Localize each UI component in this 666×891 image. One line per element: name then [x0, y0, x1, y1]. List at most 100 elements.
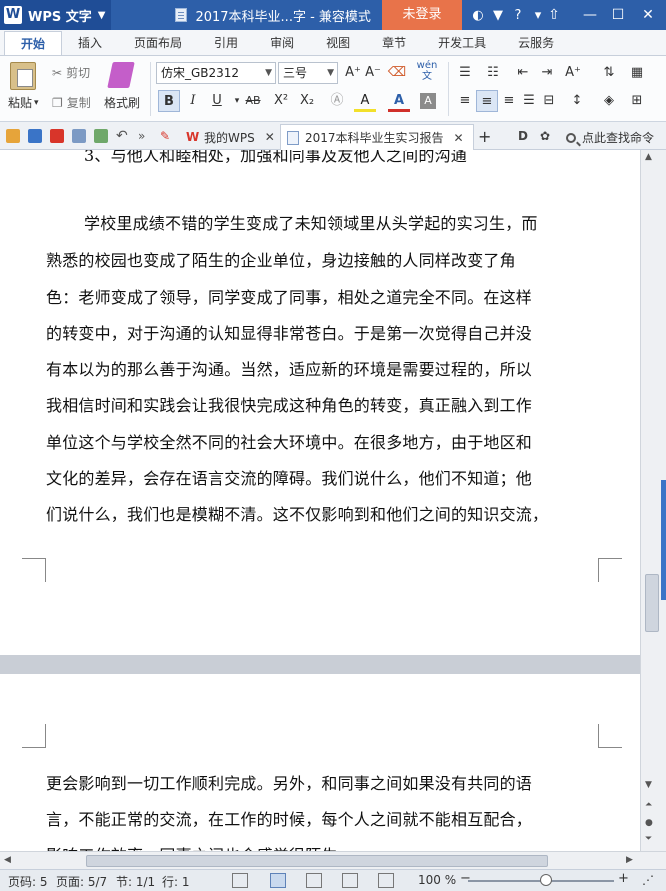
tab-insert[interactable]: 插入: [62, 31, 118, 55]
char-shading-icon[interactable]: A: [420, 93, 436, 109]
bullets-icon[interactable]: ☰: [454, 62, 476, 84]
format-painter-label: 格式刷: [104, 96, 141, 110]
horizontal-scroll-thumb[interactable]: [86, 855, 548, 867]
undo-icon[interactable]: ↶: [116, 129, 130, 143]
scroll-down-icon[interactable]: ▼: [645, 780, 652, 790]
search-command[interactable]: 点此查找命令: [566, 129, 654, 146]
paragraph-shading-icon[interactable]: ◈: [598, 90, 620, 112]
scroll-up-icon[interactable]: ▲: [645, 152, 652, 162]
app-menu-button[interactable]: W WPS 文字 ▼: [0, 0, 112, 30]
format-painter-button[interactable]: 格式刷: [104, 94, 140, 111]
web-view-icon[interactable]: [342, 873, 358, 888]
text-line: 有本以为的那么善于沟通。当然，适应新的环境是需要过程的，所以: [46, 360, 533, 379]
d-icon[interactable]: D: [518, 129, 532, 143]
new-tab-icon[interactable]: +: [478, 127, 491, 146]
close-button[interactable]: ✕: [634, 0, 662, 30]
tab-my-wps[interactable]: W 我的WPS ✕: [180, 124, 278, 150]
scissors-icon: ✂: [52, 65, 63, 80]
vertical-scrollbar[interactable]: ▲ ▼ ⏶ ● ⏷: [640, 150, 666, 851]
sort-icon[interactable]: ⇅: [598, 62, 620, 84]
paste-button[interactable]: 粘贴 ▾: [8, 94, 39, 111]
zoom-in-button[interactable]: +: [618, 871, 629, 886]
align-right-icon[interactable]: ≡: [498, 90, 520, 112]
select-browse-icon[interactable]: ●: [645, 818, 653, 828]
justify-icon[interactable]: ☰: [518, 90, 540, 112]
ribbon-divider: [448, 62, 449, 116]
open-folder-icon[interactable]: [6, 129, 20, 143]
page-view-icon[interactable]: [270, 873, 286, 888]
close-icon[interactable]: ✕: [265, 130, 275, 144]
skin-icon[interactable]: ◐: [468, 0, 488, 30]
settings-icon[interactable]: ✿: [540, 129, 554, 143]
zoom-out-button[interactable]: −: [460, 871, 471, 886]
print-preview-icon[interactable]: [94, 129, 108, 143]
superscript-button[interactable]: X²: [270, 90, 292, 112]
grow-font-button[interactable]: A⁺: [342, 62, 364, 84]
document-canvas[interactable]: 3、与他人和睦相处，加强和同事及友他人之间的沟通 学校里成绩不错的学生变成了未知…: [0, 150, 640, 851]
outline-view-icon[interactable]: [306, 873, 322, 888]
subscript-button[interactable]: X₂: [296, 90, 318, 112]
font-name-select[interactable]: 仿宋_GB2312 ▼: [156, 62, 276, 84]
tab-references[interactable]: 引用: [198, 31, 254, 55]
scroll-right-icon[interactable]: ▶: [626, 855, 633, 865]
tab-home[interactable]: 开始: [4, 31, 63, 55]
clear-format-icon[interactable]: ⌫: [386, 62, 408, 84]
more-icon[interactable]: »: [138, 129, 152, 143]
next-page-icon[interactable]: ⏷: [645, 834, 652, 844]
borders-icon[interactable]: ⊞: [626, 90, 648, 112]
paste-icon[interactable]: [10, 62, 36, 90]
italic-button[interactable]: I: [182, 90, 204, 112]
tab-page-layout[interactable]: 页面布局: [118, 31, 198, 55]
maximize-button[interactable]: ☐: [604, 0, 632, 30]
highlight-button[interactable]: A: [354, 90, 376, 112]
tab-developer[interactable]: 开发工具: [422, 31, 502, 55]
align-center-icon[interactable]: ≡: [476, 90, 498, 112]
scroll-left-icon[interactable]: ◀: [4, 855, 11, 865]
login-button[interactable]: 未登录: [382, 0, 462, 30]
distributed-icon[interactable]: ⊟: [538, 90, 560, 112]
tab-document[interactable]: 2017本科毕业生实习报告 ✕: [280, 124, 474, 150]
numbering-icon[interactable]: ☷: [482, 62, 504, 84]
tshirt-icon[interactable]: ▼: [488, 0, 508, 30]
decrease-indent-icon[interactable]: ⇤: [512, 62, 534, 84]
resize-grip-icon: ⋰: [642, 873, 654, 887]
export-pdf-icon[interactable]: [50, 129, 64, 143]
text-direction-icon[interactable]: A⁺: [562, 62, 584, 84]
table-icon[interactable]: ▦: [626, 62, 648, 84]
font-color-button[interactable]: A: [388, 90, 410, 112]
restore-ribbon-icon[interactable]: ⇧: [540, 0, 568, 30]
horizontal-scrollbar[interactable]: ◀ ▶: [0, 851, 666, 869]
shrink-font-button[interactable]: A⁻: [362, 62, 384, 84]
underline-button[interactable]: U: [206, 90, 228, 112]
vertical-scroll-thumb[interactable]: [645, 574, 659, 632]
align-left-icon[interactable]: ≡: [454, 90, 476, 112]
minimize-button[interactable]: —: [576, 0, 604, 30]
bold-button[interactable]: B: [158, 90, 180, 112]
zoom-level[interactable]: 100 %: [418, 873, 456, 887]
protect-view-icon[interactable]: [378, 873, 394, 888]
previous-page-icon[interactable]: ⏶: [645, 800, 652, 810]
font-size-select[interactable]: 三号 ▼: [278, 62, 338, 84]
close-icon[interactable]: ✕: [454, 131, 464, 145]
tab-my-wps-label: 我的WPS: [204, 130, 255, 145]
copy-button[interactable]: ❐ 复制: [52, 94, 91, 111]
tab-cloud[interactable]: 云服务: [502, 31, 570, 55]
tab-review[interactable]: 审阅: [254, 31, 310, 55]
strikethrough-button[interactable]: AB: [240, 90, 266, 112]
text-effect-icon[interactable]: Ⓐ: [326, 90, 348, 112]
margin-corner-mark: [22, 558, 46, 582]
zoom-slider-handle[interactable]: [540, 874, 552, 886]
titlebar-icons: ◐ ▼ ? ▾: [468, 0, 548, 30]
tab-chapter[interactable]: 章节: [366, 31, 422, 55]
phonetic-guide-button[interactable]: wén 文: [412, 60, 442, 82]
line-spacing-icon[interactable]: ↕: [566, 90, 588, 112]
cut-button[interactable]: ✂ 剪切: [52, 64, 90, 81]
fullscreen-view-icon[interactable]: [232, 873, 248, 888]
help-icon[interactable]: ?: [508, 0, 528, 30]
format-painter-icon[interactable]: [107, 62, 135, 88]
save-icon[interactable]: [28, 129, 42, 143]
pin-icon[interactable]: ✎: [160, 129, 174, 143]
tab-view[interactable]: 视图: [310, 31, 366, 55]
print-icon[interactable]: [72, 129, 86, 143]
increase-indent-icon[interactable]: ⇥: [536, 62, 558, 84]
